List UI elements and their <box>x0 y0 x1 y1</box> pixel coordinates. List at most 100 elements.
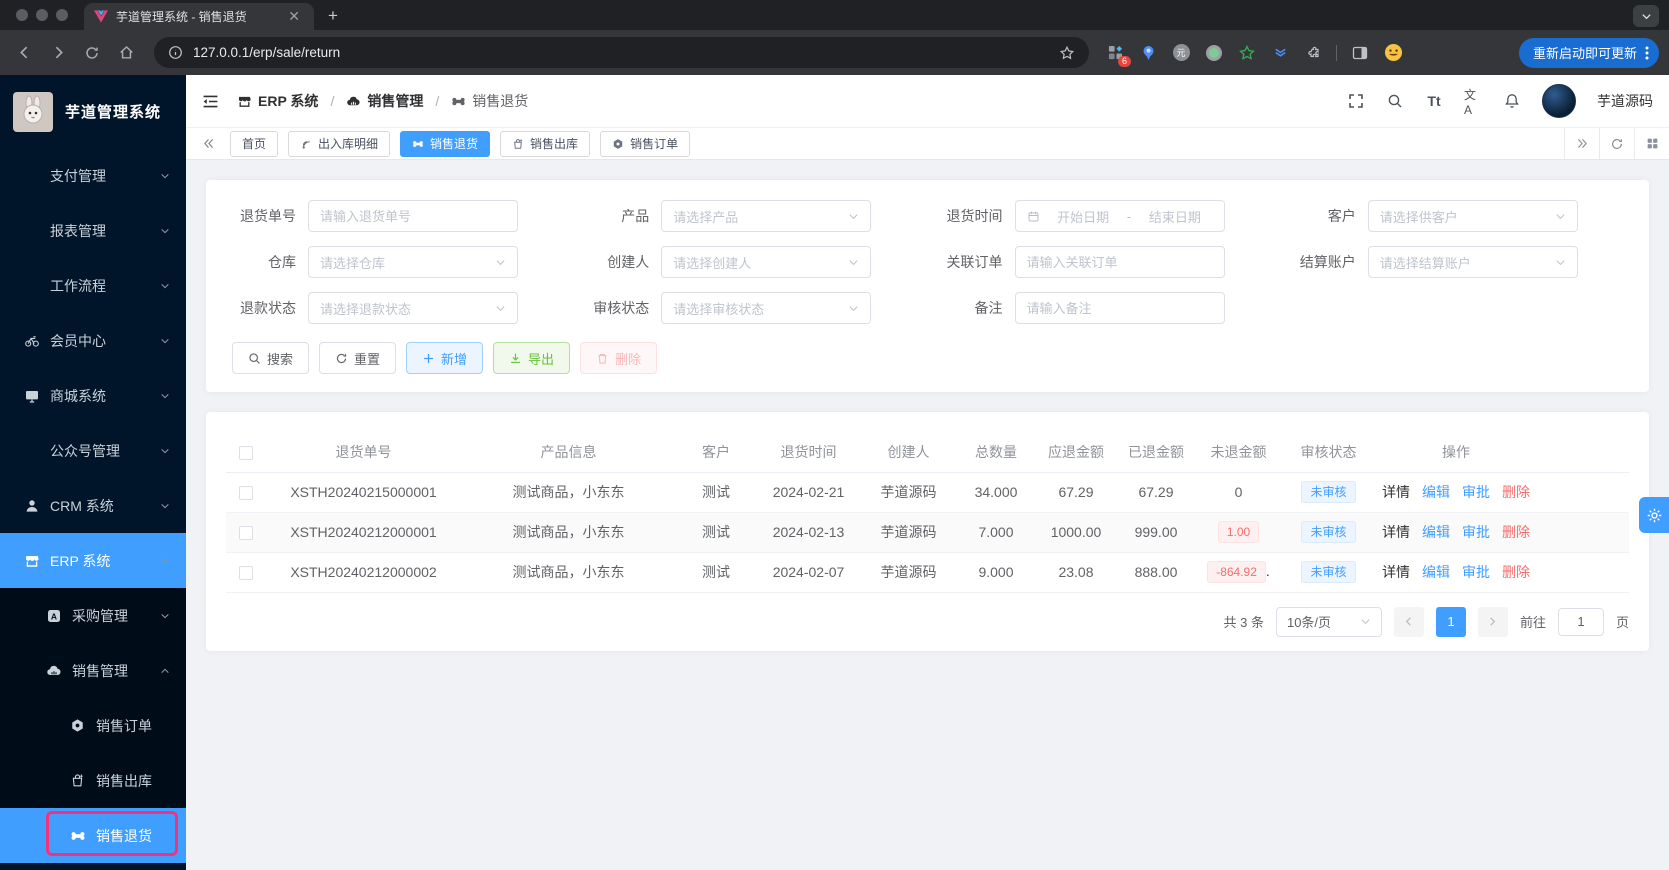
star-extension-icon[interactable] <box>1237 43 1257 63</box>
sidebar-item-workflow[interactable]: 工作流程 <box>0 258 186 313</box>
filter-remark: 备注 <box>933 292 1276 324</box>
search-icon[interactable] <box>1386 92 1404 110</box>
collapse-menu-icon[interactable] <box>202 93 219 110</box>
sidebar-item-sales[interactable]: 销售管理 <box>0 643 186 698</box>
sidebar-item-mall[interactable]: 商城系统 <box>0 368 186 423</box>
url-text[interactable]: 127.0.0.1/erp/sale/return <box>193 45 1049 60</box>
tab-search-button[interactable] <box>1633 5 1659 27</box>
sidebar-item-sale-order[interactable]: 销售订单 <box>0 698 186 753</box>
remark-input[interactable] <box>1027 301 1213 316</box>
prev-page-button[interactable] <box>1394 607 1424 637</box>
refund-status-select[interactable]: 请选择退款状态 <box>308 292 518 324</box>
close-tab-icon[interactable]: ✕ <box>284 8 304 25</box>
minimize-window-button[interactable] <box>36 9 48 21</box>
return-date-range[interactable]: 开始日期 - 结束日期 <box>1015 200 1225 232</box>
approve-link[interactable]: 审批 <box>1462 564 1490 580</box>
new-tab-button[interactable]: + <box>328 6 338 26</box>
browser-menu-kebab-icon[interactable] <box>1645 45 1649 61</box>
delete-link[interactable]: 删除 <box>1502 484 1530 500</box>
sidebar-item-crm[interactable]: CRM 系统 <box>0 478 186 533</box>
goto-page-input[interactable] <box>1558 608 1604 636</box>
detail-link[interactable]: 详情 <box>1382 484 1410 500</box>
next-page-button[interactable] <box>1478 607 1508 637</box>
row-checkbox[interactable] <box>239 566 253 580</box>
pin-extension-icon[interactable] <box>1138 43 1158 63</box>
sidebar-item-purchase[interactable]: A 采购管理 <box>0 588 186 643</box>
fullscreen-icon[interactable] <box>1347 92 1365 110</box>
detail-link[interactable]: 详情 <box>1382 524 1410 540</box>
username[interactable]: 芋道源码 <box>1597 91 1653 111</box>
select-all-checkbox[interactable] <box>239 446 253 460</box>
sidebar-item-report[interactable]: 报表管理 <box>0 203 186 258</box>
product-select[interactable]: 请选择产品 <box>661 200 871 232</box>
delete-link[interactable]: 删除 <box>1502 524 1530 540</box>
home-button[interactable] <box>112 39 140 67</box>
export-button[interactable]: 导出 <box>493 342 570 374</box>
chevron-down-icon <box>1555 211 1566 222</box>
audit-status-select[interactable]: 请选择审核状态 <box>661 292 871 324</box>
browser-tab[interactable]: 芋道管理系统 - 销售退货 ✕ <box>84 3 314 30</box>
language-icon[interactable]: 文A <box>1464 92 1482 110</box>
tab-sale-order[interactable]: 销售订单 <box>600 131 690 157</box>
maximize-window-button[interactable] <box>56 9 68 21</box>
related-order-input[interactable] <box>1027 255 1213 270</box>
window-controls[interactable] <box>0 0 84 30</box>
add-button[interactable]: 新增 <box>406 342 483 374</box>
breadcrumb-item[interactable]: ERP 系统 <box>258 91 318 111</box>
delete-button[interactable]: 删除 <box>580 342 657 374</box>
reset-button[interactable]: 重置 <box>319 342 396 374</box>
tab-sale-return[interactable]: 销售退货 <box>400 131 490 157</box>
extensions-puzzle-icon[interactable] <box>1303 43 1323 63</box>
side-panel-icon[interactable] <box>1350 43 1370 63</box>
forward-button[interactable] <box>44 39 72 67</box>
row-checkbox[interactable] <box>239 526 253 540</box>
tab-stock-record[interactable]: 出入库明细 <box>288 131 390 157</box>
site-info-icon[interactable] <box>168 45 183 60</box>
url-bar[interactable]: 127.0.0.1/erp/sale/return <box>154 37 1089 68</box>
tab-sale-out[interactable]: 销售出库 <box>500 131 590 157</box>
page-size-select[interactable]: 10条/页 <box>1276 607 1382 637</box>
customer-select[interactable]: 请选择供客户 <box>1368 200 1578 232</box>
row-checkbox[interactable] <box>239 486 253 500</box>
font-size-icon[interactable]: Tt <box>1425 92 1443 110</box>
bell-icon[interactable] <box>1503 92 1521 110</box>
extension-grid-icon[interactable]: 6 <box>1105 43 1125 63</box>
detail-link[interactable]: 详情 <box>1382 564 1410 580</box>
toolbar-divider <box>1336 45 1337 61</box>
sidebar-item-sale-return[interactable]: 销售退货 <box>0 808 186 863</box>
approve-link[interactable]: 审批 <box>1462 484 1490 500</box>
edit-link[interactable]: 编辑 <box>1422 524 1450 540</box>
tabs-scroll-left-icon[interactable] <box>196 137 220 150</box>
tab-home[interactable]: 首页 <box>230 131 278 157</box>
settle-account-select[interactable]: 请选择结算账户 <box>1368 246 1578 278</box>
refresh-page-icon[interactable] <box>1599 128 1634 159</box>
page-1-button[interactable]: 1 <box>1436 607 1466 637</box>
profile-avatar-emoji-icon[interactable] <box>1383 43 1403 63</box>
edit-link[interactable]: 编辑 <box>1422 484 1450 500</box>
delete-link[interactable]: 删除 <box>1502 564 1530 580</box>
return-no-input[interactable] <box>320 209 506 224</box>
reload-button[interactable] <box>78 39 106 67</box>
warehouse-select[interactable]: 请选择仓库 <box>308 246 518 278</box>
search-button[interactable]: 搜索 <box>232 342 309 374</box>
close-window-button[interactable] <box>16 9 28 21</box>
layout-grid-icon[interactable] <box>1634 128 1669 159</box>
approve-link[interactable]: 审批 <box>1462 524 1490 540</box>
sidebar-item-payment[interactable]: 支付管理 <box>0 148 186 203</box>
sidebar-item-official-account[interactable]: 公众号管理 <box>0 423 186 478</box>
sidebar-item-erp[interactable]: ERP 系统 <box>0 533 186 588</box>
sidebar-item-sale-out[interactable]: 销售出库 <box>0 753 186 808</box>
theme-settings-button[interactable] <box>1639 497 1669 533</box>
breadcrumb-item[interactable]: 销售管理 <box>367 91 423 111</box>
relaunch-update-button[interactable]: 重新启动即可更新 <box>1519 38 1659 68</box>
coin-extension-icon[interactable]: 元 <box>1171 43 1191 63</box>
user-avatar[interactable] <box>1542 84 1576 118</box>
tabs-scroll-right-icon[interactable] <box>1564 128 1599 159</box>
dot-extension-icon[interactable] <box>1204 43 1224 63</box>
sidebar-item-member[interactable]: 会员中心 <box>0 313 186 368</box>
creator-select[interactable]: 请选择创建人 <box>661 246 871 278</box>
bookmark-star-icon[interactable] <box>1059 45 1075 61</box>
chevrons-extension-icon[interactable] <box>1270 43 1290 63</box>
edit-link[interactable]: 编辑 <box>1422 564 1450 580</box>
back-button[interactable] <box>10 39 38 67</box>
